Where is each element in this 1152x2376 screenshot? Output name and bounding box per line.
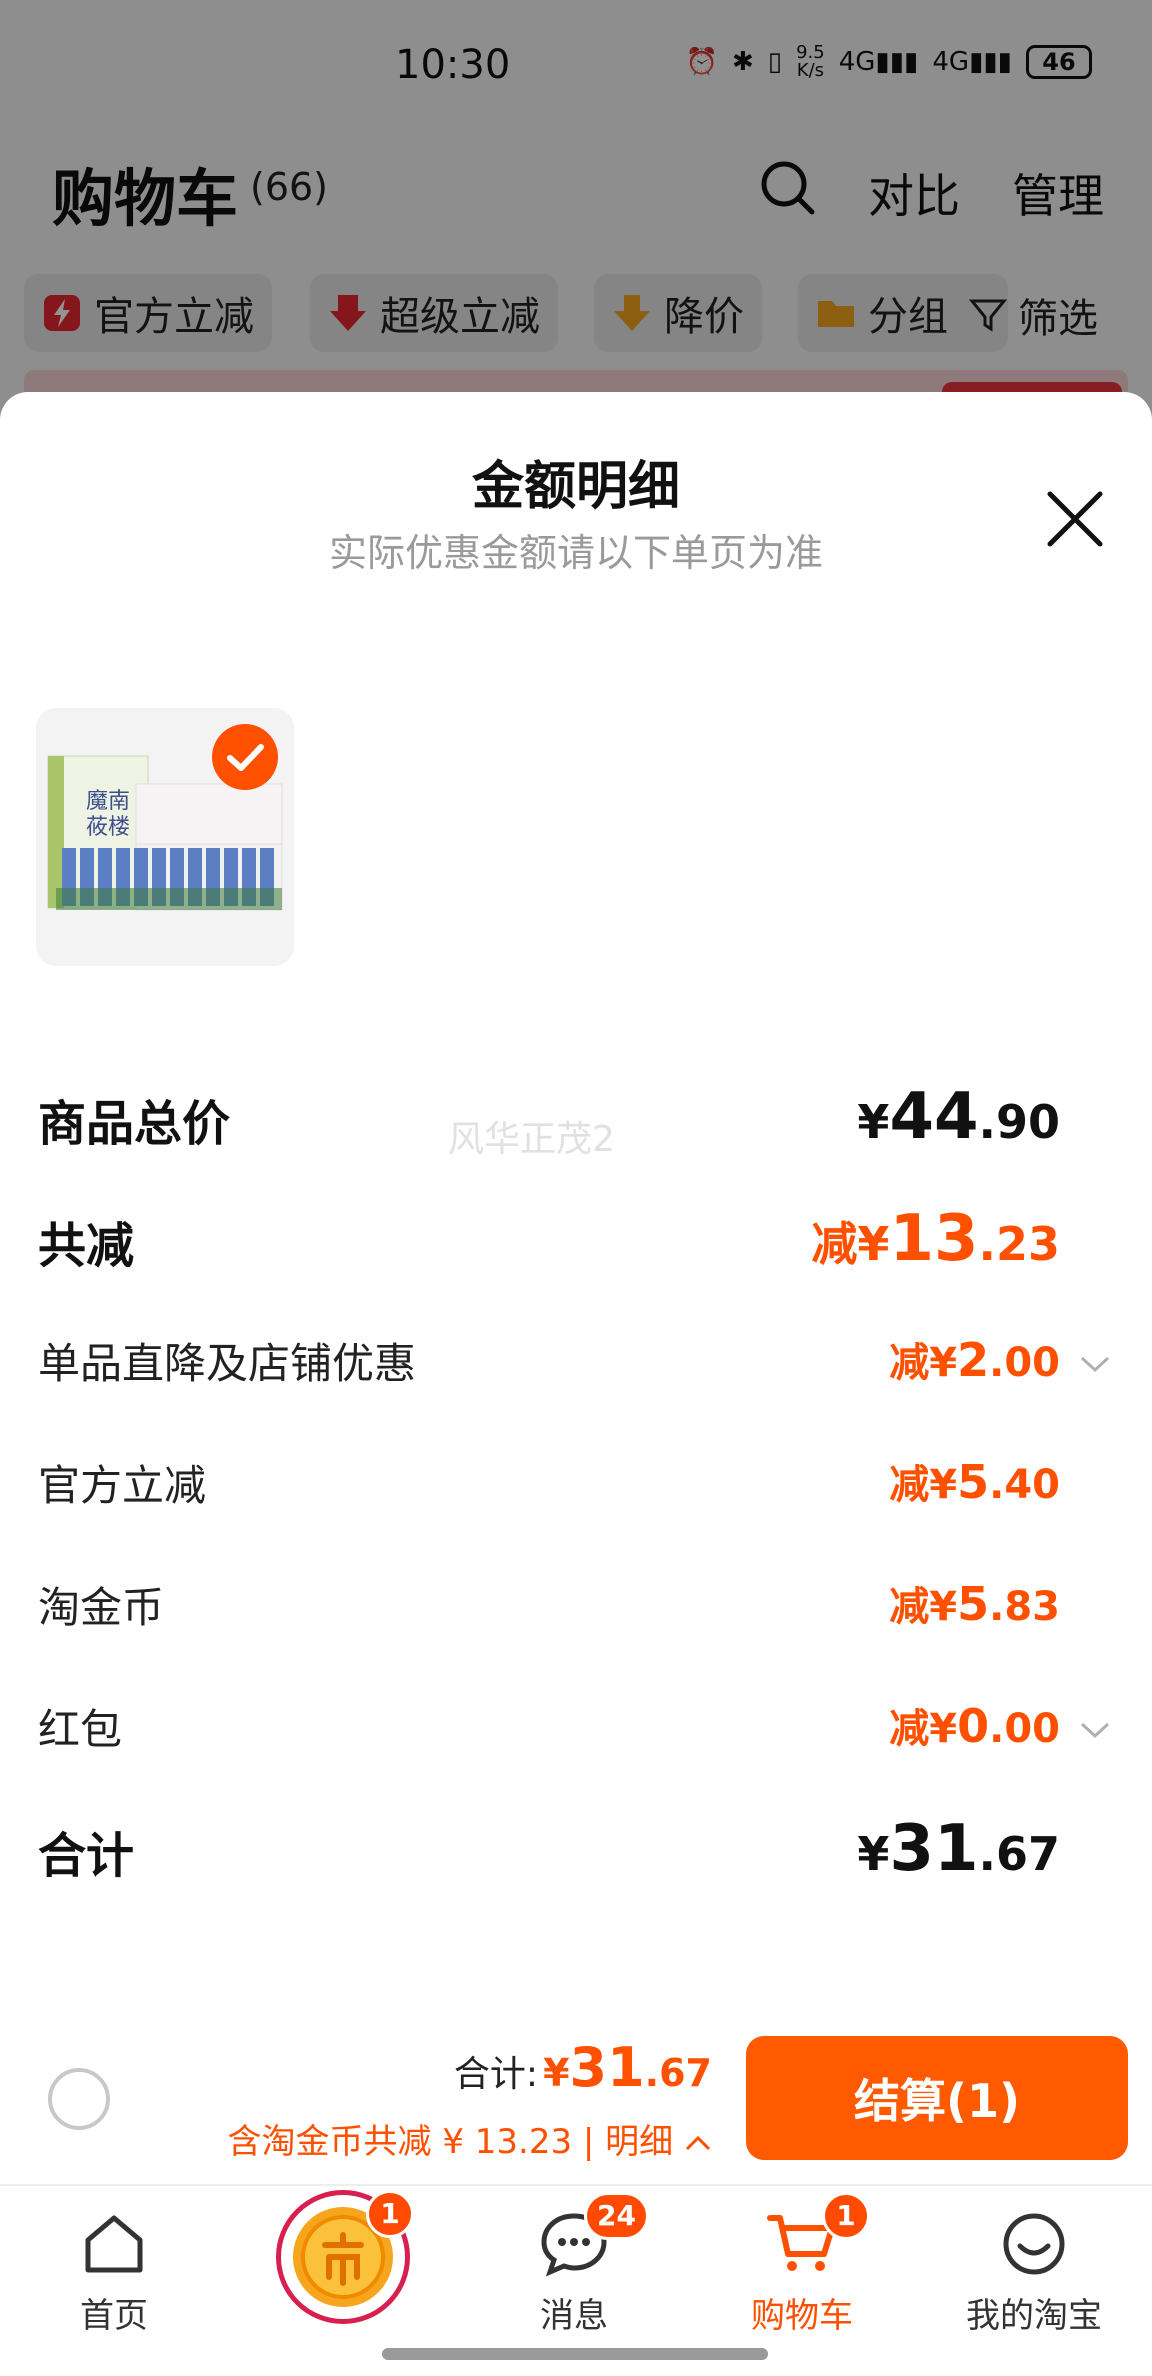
chevron-down-icon[interactable] [1078,1718,1112,1742]
row-label: 红包 [38,1705,123,1754]
profile-icon [1003,2213,1065,2275]
select-all-checkbox[interactable] [48,2068,110,2130]
row-gold-coin: 淘金币 减¥5.83 [38,1574,1112,1664]
tab-cart[interactable]: 购物车 1 [702,2192,902,2346]
tab-my-taobao[interactable]: 我的淘宝 [934,2196,1134,2346]
tab-home[interactable]: 首页 [14,2196,214,2346]
row-label: 官方立减 [38,1461,207,1510]
cart-badge: 1 [822,2192,870,2240]
home-icon [85,2215,143,2273]
dim-overlay[interactable] [0,0,1152,440]
row-value: 减¥5.40 [889,1455,1060,1509]
sheet-title: 金额明细 [471,457,680,517]
discount-detail-link[interactable]: 含淘金币共减 ¥ 13.23 | 明细 [228,2114,712,2163]
row-subtotal: 商品总价 ¥44.90 [38,1080,1112,1174]
checkout-total-label: 合计: [453,2054,538,2095]
row-item-discount[interactable]: 单品直降及店铺优惠 减¥2.00 [38,1330,1112,1420]
row-value: 减¥2.00 [889,1333,1060,1387]
sheet-subtitle: 实际优惠金额请以下单页为准 [328,531,823,575]
row-grand-total: 合计 ¥31.67 [38,1812,1112,1906]
checkout-total: 合计: ¥31.67 [454,2036,712,2099]
row-value: 减¥0.00 [889,1699,1060,1753]
close-icon[interactable] [1040,484,1110,554]
message-badge: 24 [584,2192,649,2240]
row-value: ¥44.90 [857,1080,1060,1154]
row-red-packet[interactable]: 红包 减¥0.00 [38,1696,1112,1786]
row-label: 淘金币 [38,1583,165,1632]
row-label: 单品直降及店铺优惠 [38,1339,417,1388]
row-total-reduce: 共减 减¥13.23 [38,1202,1112,1296]
row-value: 减¥5.83 [889,1577,1060,1631]
chevron-down-icon[interactable] [1078,1352,1112,1376]
checkout-total-amount: ¥31.67 [543,2036,712,2099]
row-label: 共减 [38,1218,135,1274]
product-bag-text-2: 莜楼 [86,815,130,840]
row-value: ¥31.67 [857,1812,1060,1886]
tab-messages[interactable]: 消息 24 [474,2192,674,2346]
row-official-reduce: 官方立减 减¥5.40 [38,1452,1112,1542]
checked-icon[interactable] [210,722,280,792]
coin-badge: 1 [366,2190,414,2238]
row-value: 减¥13.23 [811,1202,1060,1276]
checkout-button[interactable]: 结算(1) [746,2036,1128,2160]
home-indicator[interactable] [382,2348,768,2360]
row-label: 合计 [38,1828,135,1884]
product-bag-text: 魔南 [86,789,130,814]
row-label: 商品总价 [38,1096,231,1152]
chevron-up-icon [685,2135,711,2151]
